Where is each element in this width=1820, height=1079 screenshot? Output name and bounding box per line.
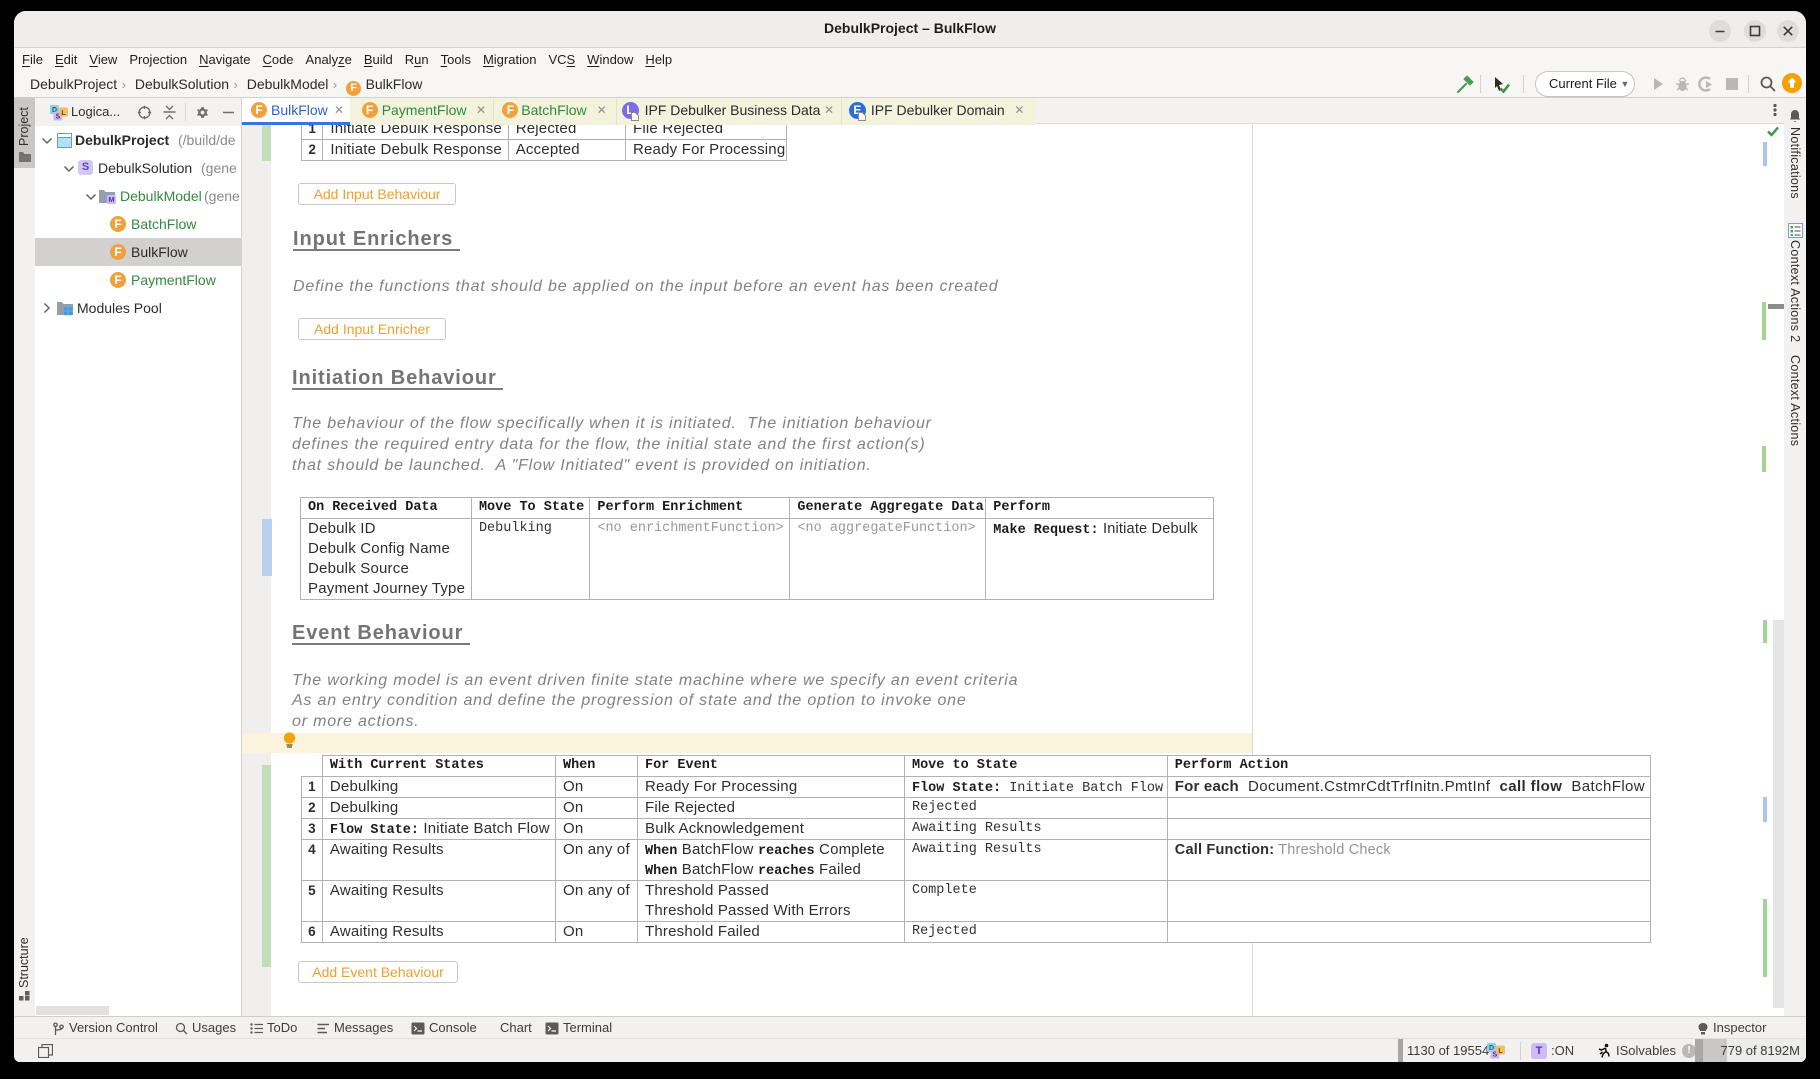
svg-text:M: M [108,195,114,204]
svg-text:L: L [1498,1048,1503,1055]
svg-text:L: L [61,110,66,117]
